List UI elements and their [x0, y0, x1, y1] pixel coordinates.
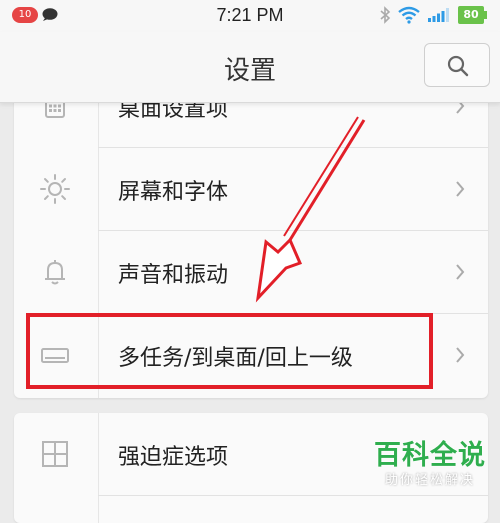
status-time: 7:21 PM [216, 5, 284, 25]
battery-nub [484, 11, 487, 19]
settings-item-label: 屏幕和字体 [118, 180, 229, 205]
bluetooth-icon [380, 6, 391, 24]
settings-item-screen-font[interactable]: 屏幕和字体 [14, 148, 488, 231]
search-icon [447, 55, 469, 77]
settings-item-label: 声音和振动 [118, 263, 229, 288]
grid-squares-icon [42, 441, 68, 467]
chevron-right-icon [456, 347, 465, 363]
chevron-right-icon [456, 264, 465, 280]
signal-icon [428, 8, 449, 22]
battery-icon: 80 [458, 6, 484, 24]
bell-icon [45, 260, 65, 285]
watermark-title: 百科全说 [374, 440, 486, 471]
search-button[interactable] [424, 43, 490, 87]
status-bar: 10 7:21 PM 80 [0, 0, 500, 32]
settings-item-sound[interactable]: 声音和振动 [14, 231, 488, 314]
wifi-icon [398, 6, 420, 24]
title-bar: 设置 [0, 32, 500, 103]
settings-item-label: 强迫症选项 [118, 445, 229, 470]
chevron-right-icon [456, 181, 465, 197]
highlight-box [26, 313, 433, 389]
watermark-subtitle: 助你轻松解决 [384, 473, 475, 488]
sun-icon [40, 174, 70, 204]
watermark-logo: 百科全说 助你轻松解决 [368, 440, 492, 498]
